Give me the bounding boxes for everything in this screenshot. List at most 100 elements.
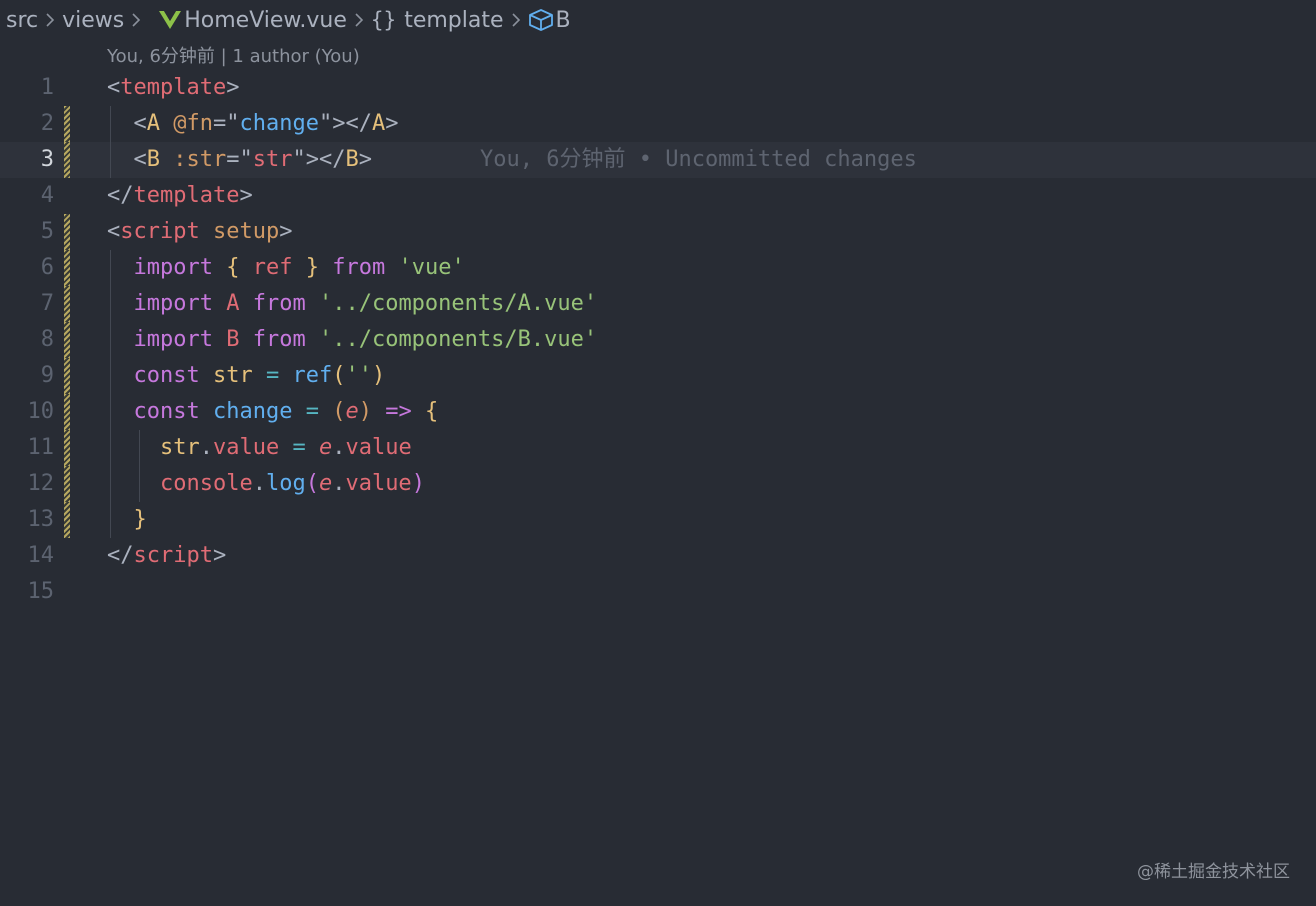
code-line[interactable]: 11 str.value = e.value <box>0 430 1316 466</box>
breadcrumb: src views HomeView.vue {} template B <box>6 2 571 38</box>
line-number: 12 <box>27 471 55 496</box>
code-text: </template> <box>107 178 253 214</box>
code-line[interactable]: 2 <A @fn="change"></A> <box>0 106 1316 142</box>
git-change-marker[interactable] <box>64 142 70 178</box>
code-token: const <box>133 399 200 424</box>
code-token: from <box>252 291 306 316</box>
code-line[interactable]: 15 <box>0 574 1316 610</box>
code-line[interactable]: 12 console.log(e.value) <box>0 466 1316 502</box>
code-token: script <box>133 543 213 568</box>
git-change-marker[interactable] <box>64 322 70 358</box>
breadcrumb-symbol[interactable]: B <box>556 8 571 33</box>
git-change-marker[interactable] <box>64 106 70 142</box>
breadcrumb-src[interactable]: src <box>6 8 38 33</box>
code-token: < <box>107 147 147 172</box>
code-token: < <box>107 111 147 136</box>
code-text: <template> <box>107 70 239 106</box>
code-token: log <box>265 471 306 496</box>
git-blame-header[interactable]: You, 6分钟前 | 1 author (You) <box>107 42 360 68</box>
git-change-marker[interactable] <box>64 358 70 394</box>
code-token: . <box>332 435 346 460</box>
chevron-right-icon <box>38 13 62 27</box>
code-line[interactable]: 4 </template> <box>0 178 1316 214</box>
line-number: 14 <box>27 543 55 568</box>
code-token: = <box>305 399 319 424</box>
code-line[interactable]: 6 import { ref } from 'vue' <box>0 250 1316 286</box>
code-text: console.log(e.value) <box>107 466 425 502</box>
code-token: "></ <box>292 147 346 172</box>
git-change-marker[interactable] <box>64 502 70 538</box>
vue-file-icon <box>158 9 184 31</box>
code-token: . <box>199 435 213 460</box>
git-change-marker[interactable] <box>64 214 70 250</box>
code-token: import <box>133 327 213 352</box>
code-token: value <box>212 435 280 460</box>
code-line[interactable]: 5 <script setup> <box>0 214 1316 250</box>
code-line[interactable]: 9 const str = ref('') <box>0 358 1316 394</box>
code-line[interactable]: 3 <B :str="str"></B> You, 6分钟前 • Uncommit… <box>0 142 1316 178</box>
code-token: str <box>159 435 200 460</box>
code-token: B <box>226 327 240 352</box>
code-editor[interactable]: 1 <template> 2 <A @fn="change"></A> 3 <B :s… <box>0 70 1316 610</box>
code-token: script <box>120 219 200 244</box>
code-line[interactable]: 14 </script> <box>0 538 1316 574</box>
code-token: e <box>318 471 333 496</box>
code-line[interactable]: 13 } <box>0 502 1316 538</box>
code-line[interactable]: 7 import A from '../components/A.vue' <box>0 286 1316 322</box>
git-change-marker[interactable] <box>64 430 70 466</box>
chevron-right-icon <box>504 13 528 27</box>
breadcrumb-template[interactable]: template <box>404 8 503 33</box>
chevron-right-icon <box>124 13 148 27</box>
code-token: . <box>252 471 266 496</box>
code-line[interactable]: 10 const change = (e) => { <box>0 394 1316 430</box>
line-number: 8 <box>40 327 54 352</box>
breadcrumb-file[interactable]: HomeView.vue <box>184 8 347 33</box>
line-number: 1 <box>40 75 54 100</box>
git-change-marker[interactable] <box>64 466 70 502</box>
code-token: :str <box>173 147 227 172</box>
code-token: A <box>146 111 160 136</box>
code-token: = <box>292 435 306 460</box>
git-change-marker[interactable] <box>64 286 70 322</box>
code-token: '../components/A.vue' <box>318 291 598 316</box>
inline-blame[interactable]: You, 6分钟前 • Uncommitted changes <box>480 142 917 178</box>
code-token: > <box>385 111 399 136</box>
code-token: =" <box>213 111 240 136</box>
code-token: 'vue' <box>398 255 465 280</box>
code-line[interactable]: 1 <template> <box>0 70 1316 106</box>
code-token: ref <box>292 363 333 388</box>
git-change-marker[interactable] <box>64 250 70 286</box>
code-token: ) <box>358 399 372 424</box>
code-token: B <box>345 147 359 172</box>
code-token: > <box>279 219 293 244</box>
code-token: B <box>146 147 160 172</box>
code-token: e <box>345 399 359 424</box>
code-token: change <box>212 399 293 424</box>
code-line[interactable]: 8 import B from '../components/B.vue' <box>0 322 1316 358</box>
breadcrumb-views[interactable]: views <box>62 8 124 33</box>
line-number: 5 <box>40 219 54 244</box>
code-token: A <box>226 291 240 316</box>
symbol-cube-icon <box>528 9 556 31</box>
braces-icon: {} <box>370 8 397 32</box>
git-change-marker[interactable] <box>64 394 70 430</box>
